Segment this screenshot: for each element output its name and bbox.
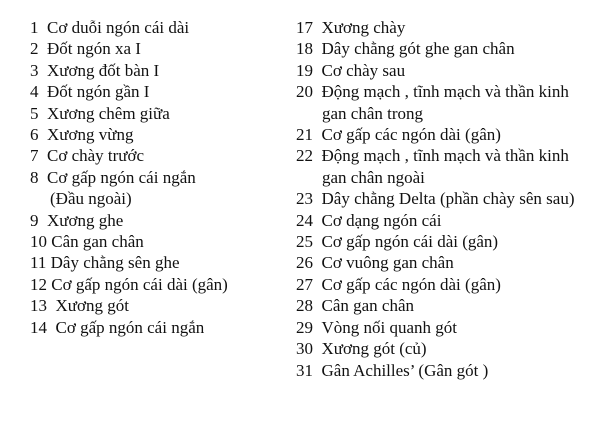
- legend-item-26: 26 Cơ vuông gan chân: [296, 252, 608, 273]
- legend-item-19: 19 Cơ chày sau: [296, 60, 608, 81]
- legend-number: 27: [296, 274, 313, 294]
- legend-text: Cơ gấp các ngón dài (gân): [321, 125, 501, 145]
- legend-text-continuation: gan chân ngoài: [322, 167, 425, 187]
- legend-item-24: 24 Cơ dạng ngón cái: [296, 210, 608, 231]
- legend-item-29: 29 Vòng nối quanh gót: [296, 317, 608, 338]
- legend-number: 3: [30, 60, 39, 80]
- legend-number: 26: [296, 253, 313, 273]
- legend-text: Cân gan chân: [51, 232, 144, 252]
- legend-text: Cơ gấp ngón cái ngắn: [55, 317, 205, 337]
- legend-item-22: 22 Động mạch , tĩnh mạch và thần kinh gan…: [296, 145, 608, 188]
- legend-item-13: 13 Xương gót: [30, 295, 292, 316]
- legend-text: Cơ gấp các ngón dài (gân): [321, 274, 501, 294]
- legend-text: Xương chêm giữa: [47, 103, 170, 123]
- legend-number: 11: [30, 253, 47, 273]
- legend-number: 17: [296, 18, 313, 37]
- legend-text: Xương gót (củ): [321, 339, 427, 359]
- legend-number: 31: [296, 360, 313, 380]
- legend-text: Đốt ngón gần I: [47, 82, 150, 102]
- legend-item-28: 28 Cân gan chân: [296, 295, 608, 316]
- legend-item-3: 3 Xương đốt bàn I: [30, 60, 292, 81]
- legend-text: Dây chằng Delta (phần chày sên sau): [321, 189, 575, 209]
- legend-item-17: 17 Xương chày: [296, 17, 608, 38]
- legend-number: 2: [30, 39, 39, 59]
- legend-item-20: 20 Động mạch , tĩnh mạch và thần kinh gan…: [296, 81, 608, 124]
- legend-number: 25: [296, 232, 313, 252]
- legend-text: Vòng nối quanh gót: [321, 317, 458, 337]
- legend-text-continuation: gan chân trong: [322, 103, 424, 123]
- legend-text: Động mạch , tĩnh mạch và thần kinh: [321, 146, 569, 166]
- legend-text: Xương ghe: [47, 210, 124, 230]
- legend-number: 8: [30, 167, 39, 187]
- legend-number: 29: [296, 317, 313, 337]
- legend-text: Cân gan chân: [321, 296, 415, 316]
- legend-number: 22: [296, 146, 313, 166]
- legend-item-1: 1 Cơ duỗi ngón cái dài: [30, 17, 292, 38]
- legend-text: Cơ dạng ngón cái: [321, 210, 442, 230]
- legend-item-10: 10 Cân gan chân: [30, 231, 292, 252]
- legend-item-2: 2 Đốt ngón xa I: [30, 38, 292, 59]
- legend-text: Cơ gấp ngón cái dài (gân): [321, 232, 499, 252]
- legend-item-23: 23 Dây chằng Delta (phần chày sên sau): [296, 188, 608, 209]
- legend-text: Dây chằng gót ghe gan chân: [321, 39, 515, 59]
- legend-text: Động mạch , tĩnh mạch và thần kinh: [321, 82, 569, 102]
- legend-number: 6: [30, 125, 39, 145]
- legend-text: Cơ gấp ngón cái ngắn: [47, 167, 196, 187]
- legend-item-14: 14 Cơ gấp ngón cái ngắn: [30, 317, 292, 338]
- legend-number: 24: [296, 210, 313, 230]
- legend-text: Cơ chày trước: [47, 146, 145, 166]
- legend-text: Gân Achilles’ (Gân gót ): [321, 360, 489, 380]
- legend-text: Xương chày: [321, 18, 406, 37]
- legend-number: 21: [296, 125, 313, 145]
- legend-text: Đốt ngón xa I: [47, 39, 141, 59]
- legend-number: 5: [30, 103, 39, 123]
- legend-number: 12: [30, 274, 47, 294]
- legend-left-column: 1 Cơ duỗi ngón cái dài 2 Đốt ngón xa I 3…: [30, 17, 292, 338]
- legend-number: 30: [296, 339, 313, 359]
- legend-text: Cơ vuông gan chân: [321, 253, 454, 273]
- legend-number: 20: [296, 82, 313, 102]
- legend-number: 4: [30, 82, 39, 102]
- legend-number: 13: [30, 296, 47, 316]
- legend-number: 14: [30, 317, 47, 337]
- legend-number: 10: [30, 232, 47, 252]
- legend-number: 9: [30, 210, 39, 230]
- legend-item-11: 11 Dây chằng sên ghe: [30, 252, 292, 273]
- legend-item-6: 6 Xương vừng: [30, 124, 292, 145]
- legend-item-30: 30 Xương gót (củ): [296, 338, 608, 359]
- legend-text-continuation: (Đầu ngoài): [50, 189, 132, 209]
- legend-number: 7: [30, 146, 39, 166]
- legend-item-8: 8 Cơ gấp ngón cái ngắn (Đầu ngoài): [30, 167, 292, 210]
- legend-item-5: 5 Xương chêm giữa: [30, 103, 292, 124]
- legend-number: 1: [30, 18, 39, 37]
- legend-item-12: 12 Cơ gấp ngón cái dài (gân): [30, 274, 292, 295]
- legend-number: 18: [296, 39, 313, 59]
- legend-text: Cơ duỗi ngón cái dài: [47, 18, 190, 37]
- legend-text: Xương vừng: [47, 125, 134, 145]
- legend-item-4: 4 Đốt ngón gần I: [30, 81, 292, 102]
- legend-text: Xương đốt bàn I: [47, 60, 160, 80]
- legend-item-25: 25 Cơ gấp ngón cái dài (gân): [296, 231, 608, 252]
- legend-number: 19: [296, 60, 313, 80]
- legend-number: 28: [296, 296, 313, 316]
- legend-text: Xương gót: [55, 296, 129, 316]
- legend-item-18: 18 Dây chằng gót ghe gan chân: [296, 38, 608, 59]
- legend-item-31: 31 Gân Achilles’ (Gân gót ): [296, 360, 608, 381]
- legend-number: 23: [296, 189, 313, 209]
- legend-text: Cơ chày sau: [321, 60, 406, 80]
- legend-right-column: 17 Xương chày 18 Dây chằng gót ghe gan c…: [296, 17, 608, 381]
- legend-item-27: 27 Cơ gấp các ngón dài (gân): [296, 274, 608, 295]
- legend-item-7: 7 Cơ chày trước: [30, 145, 292, 166]
- legend-item-9: 9 Xương ghe: [30, 210, 292, 231]
- legend-item-21: 21 Cơ gấp các ngón dài (gân): [296, 124, 608, 145]
- legend-text: Dây chằng sên ghe: [50, 253, 180, 273]
- legend-text: Cơ gấp ngón cái dài (gân): [51, 274, 228, 294]
